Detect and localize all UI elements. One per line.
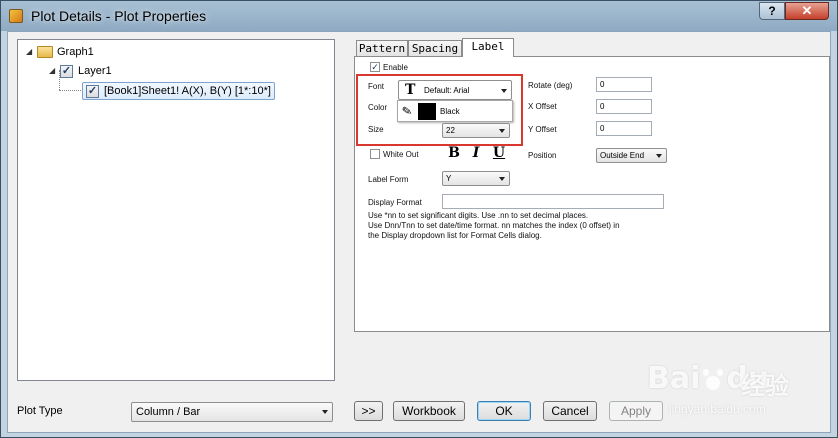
rotate-label: Rotate (deg): [528, 81, 573, 90]
layer-checkbox[interactable]: ✓: [60, 64, 73, 78]
chevron-down-icon: [656, 154, 662, 158]
paw-icon: [700, 366, 726, 392]
display-format-input[interactable]: [442, 194, 664, 209]
tab-label[interactable]: Label: [462, 38, 514, 57]
plot-checkbox[interactable]: ✓: [86, 84, 99, 98]
italic-button[interactable]: I: [466, 146, 486, 162]
x-offset-input[interactable]: 0: [596, 99, 652, 114]
underline-button[interactable]: U: [489, 146, 509, 162]
enable-label: Enable: [383, 63, 408, 72]
help-text-line-3: the Display dropdown list for Format Cel…: [368, 231, 542, 240]
tree-item-plot-selected[interactable]: ✓ [Book1]Sheet1! A(X), B(Y) [1*:10*]: [82, 82, 275, 100]
x-offset-label: X Offset: [528, 102, 557, 111]
folder-icon: [37, 46, 53, 58]
enable-checkbox[interactable]: ✓: [370, 62, 380, 72]
plot-type-dropdown[interactable]: Column / Bar: [131, 402, 333, 422]
ok-button[interactable]: OK: [477, 401, 531, 421]
position-label: Position: [528, 151, 557, 160]
dialog-window: Plot Details - Plot Properties ? ✕ ◢ Gra…: [0, 0, 838, 438]
tree-item-plot[interactable]: ✓ [Book1]Sheet1! A(X), B(Y) [1*:10*]: [82, 82, 275, 100]
window-title: Plot Details - Plot Properties: [31, 8, 207, 24]
plot-type-value: Column / Bar: [136, 406, 201, 418]
bold-button[interactable]: B: [444, 146, 464, 162]
app-icon: [9, 9, 23, 23]
highlight-box: [356, 74, 523, 146]
workbook-button[interactable]: Workbook: [393, 401, 465, 421]
watermark-cn: 经验: [741, 372, 789, 400]
tab-spacing[interactable]: Spacing: [408, 40, 462, 57]
expanded-arrow-icon[interactable]: ◢: [26, 48, 34, 56]
tree-item-graph[interactable]: ◢ Graph1: [26, 43, 94, 61]
apply-button[interactable]: Apply: [609, 401, 663, 421]
tree-item-plot-label: [Book1]Sheet1! A(X), B(Y) [1*:10*]: [104, 85, 271, 97]
close-button[interactable]: ✕: [785, 2, 829, 20]
label-form-label: Label Form: [368, 175, 409, 184]
help-button[interactable]: ?: [759, 2, 785, 20]
y-offset-input[interactable]: 0: [596, 121, 652, 136]
position-value: Outside End: [600, 151, 645, 160]
tree-item-graph-label: Graph1: [57, 46, 94, 58]
white-out-label: White Out: [383, 150, 419, 159]
expand-button[interactable]: >>: [354, 401, 383, 421]
chevron-down-icon: [499, 177, 505, 181]
display-format-label: Display Format: [368, 198, 422, 207]
help-text-line-1: Use *nn to set significant digits. Use .…: [368, 211, 589, 220]
y-offset-label: Y Offset: [528, 125, 557, 134]
title-bar[interactable]: Plot Details - Plot Properties ? ✕: [1, 1, 837, 31]
plot-tree[interactable]: ◢ Graph1 ◢ ✓ Layer1 ✓ [Book1]Sheet1! A(X…: [17, 39, 335, 381]
tab-pattern[interactable]: Pattern: [356, 40, 408, 57]
cancel-button[interactable]: Cancel: [543, 401, 597, 421]
white-out-checkbox[interactable]: [370, 149, 380, 159]
plot-type-label: Plot Type: [17, 405, 63, 417]
tree-item-layer-label: Layer1: [78, 65, 112, 77]
chevron-down-icon: [322, 410, 328, 414]
tree-item-layer[interactable]: ◢ ✓ Layer1: [49, 62, 112, 80]
label-form-value: Y: [446, 174, 452, 183]
position-dropdown[interactable]: Outside End: [596, 148, 667, 163]
rotate-input[interactable]: 0: [596, 77, 652, 92]
label-form-dropdown[interactable]: Y: [442, 171, 510, 186]
help-text-line-2: Use Dnn/Tnn to set date/time format. nn …: [368, 221, 620, 230]
expanded-arrow-icon[interactable]: ◢: [49, 67, 57, 75]
watermark-url: jingyan.baidu.com: [669, 402, 766, 416]
